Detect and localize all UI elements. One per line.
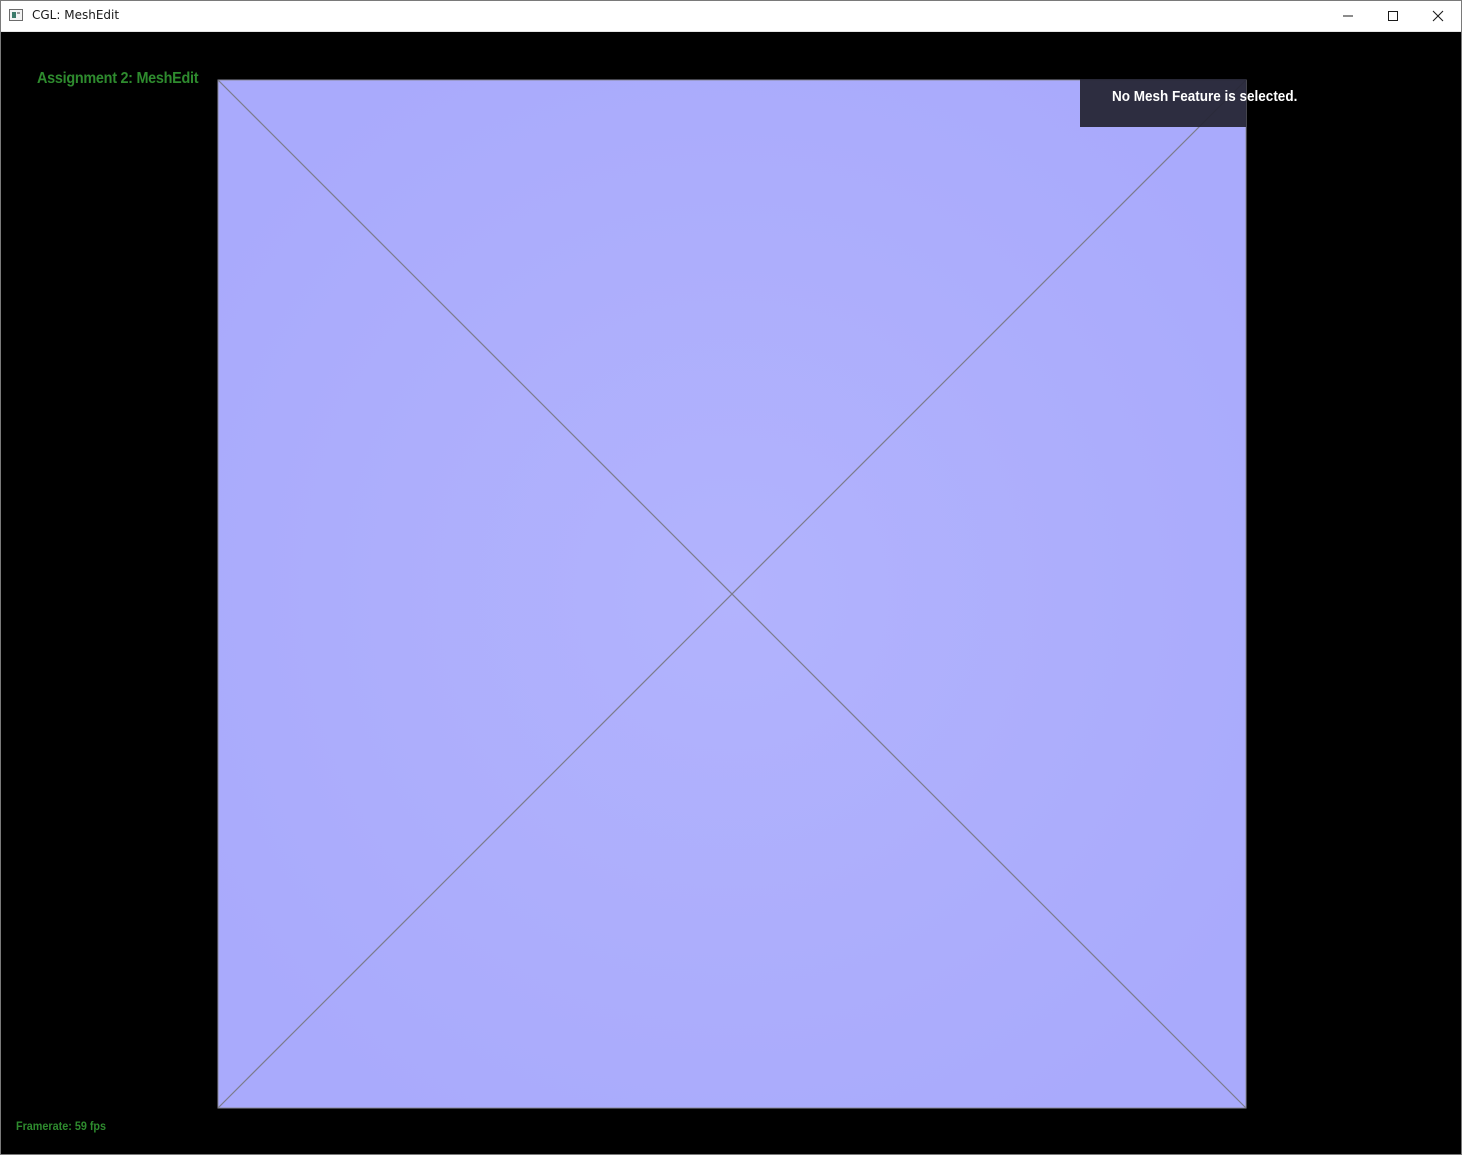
close-button[interactable] [1415, 1, 1461, 31]
render-viewport[interactable]: Assignment 2: MeshEdit No Mesh Feature i… [1, 32, 1461, 1154]
close-icon [1432, 10, 1444, 22]
title-bar[interactable]: CGL: MeshEdit [1, 1, 1461, 32]
maximize-button[interactable] [1370, 1, 1416, 31]
minimize-button[interactable] [1325, 1, 1371, 31]
window-title: CGL: MeshEdit [32, 8, 120, 22]
maximize-icon [1388, 11, 1398, 21]
minimize-icon [1343, 15, 1353, 17]
framerate-label: Framerate: 59 fps [16, 1119, 107, 1133]
app-window: CGL: MeshEdit Assignment 2: MeshEdit No … [0, 0, 1462, 1155]
selection-info-text: No Mesh Feature is selected. [1112, 88, 1298, 105]
mesh-canvas[interactable] [217, 79, 1247, 1109]
app-window-icon [9, 9, 23, 21]
assignment-title: Assignment 2: MeshEdit [37, 70, 199, 87]
